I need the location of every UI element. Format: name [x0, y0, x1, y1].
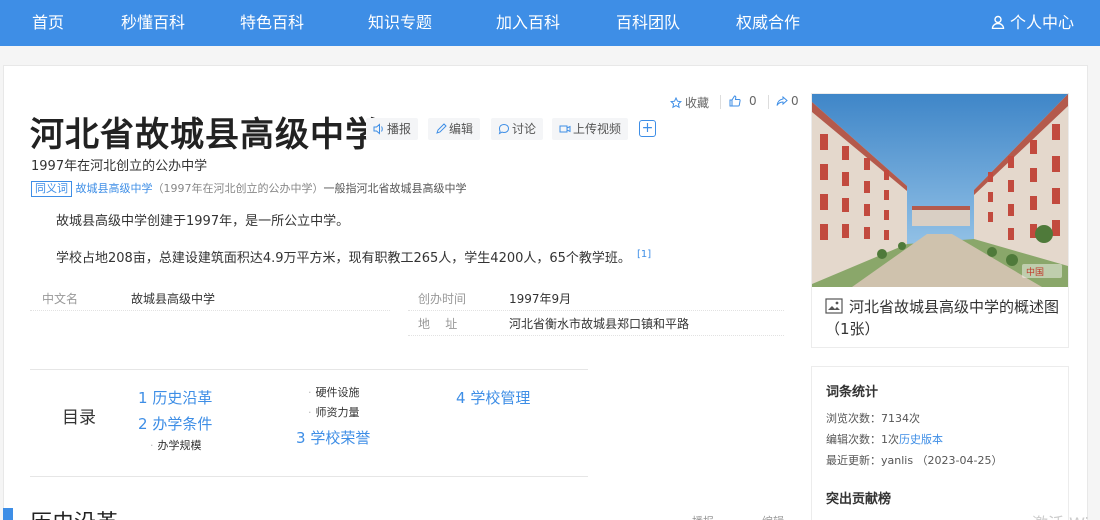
- summary-paragraph: 学校占地208亩，总建设建筑面积达4.9万平方米，现有职教工265人，学生420…: [56, 247, 651, 266]
- speaker-icon: [373, 123, 383, 135]
- edit-button[interactable]: 编辑: [428, 118, 481, 140]
- synonym-desc: （1997年在河北创立的公办中学）: [152, 182, 324, 195]
- share-count: 0: [791, 94, 799, 108]
- section-marker: [3, 508, 13, 520]
- synonym-text: 一般指河北省故城县高级中学: [323, 182, 467, 195]
- stat-value: yanlis （2023-04-25）: [881, 454, 1003, 467]
- divider: [408, 335, 784, 336]
- summary-text: 学校占地208亩，总建设建筑面积达4.9万平方米，现有职教工265人，学生420…: [56, 251, 631, 266]
- gallery-icon: [825, 298, 843, 314]
- stat-label: 浏览次数：: [826, 412, 881, 425]
- info-key: 中文名: [42, 292, 79, 306]
- toc-label: 目录: [62, 408, 96, 428]
- share-icon: [776, 95, 788, 106]
- collect-button[interactable]: 收藏: [670, 94, 709, 111]
- lemma-subtitle: 1997年在河北创立的公办中学: [31, 159, 208, 174]
- school-photo-graphic: 中国: [812, 94, 1068, 287]
- top-nav: 首页 秒懂百科 特色百科 知识专题 加入百科 百科团队 权威合作 个人中心: [0, 0, 1100, 46]
- info-value: 河北省衡水市故城县郑口镇和平路: [509, 317, 690, 331]
- upload-video-label: 上传视频: [573, 122, 622, 136]
- toc-text: 办学条件: [152, 415, 213, 433]
- album-caption-text: 河北省故城县高级中学的概述图（1张）: [825, 298, 1060, 338]
- toc-sub-facilities[interactable]: 硬件设施: [308, 384, 360, 400]
- toc-num: 1: [138, 389, 148, 407]
- user-center-label: 个人中心: [1009, 13, 1074, 32]
- divider: [408, 310, 784, 311]
- info-value: 1997年9月: [509, 292, 572, 306]
- divider: [768, 95, 769, 109]
- stat-views: 浏览次数：7134次: [826, 410, 920, 426]
- synonym-tag: 同义词: [31, 181, 72, 197]
- user-center-link[interactable]: 个人中心: [991, 0, 1074, 46]
- share-button[interactable]: 0: [776, 94, 799, 108]
- toc-num: 3: [296, 429, 306, 447]
- section-edit-button[interactable]: 编辑: [762, 513, 784, 520]
- synonym-line: 同义词 故城县高级中学（1997年在河北创立的公办中学）一般指河北省故城县高级中…: [31, 180, 467, 197]
- toc-sub-faculty[interactable]: 师资力量: [308, 404, 360, 420]
- info-key: 地 址: [418, 317, 458, 331]
- stat-value: 7134次: [881, 412, 920, 425]
- broadcast-button[interactable]: 播报: [366, 118, 419, 140]
- like-count: 0: [749, 94, 757, 108]
- toc-num: 2: [138, 415, 148, 433]
- nav-featured[interactable]: 特色百科: [240, 0, 304, 46]
- star-icon: [670, 97, 682, 109]
- toc-text: 学校管理: [470, 389, 531, 407]
- toc-item-conditions[interactable]: 2 办学条件: [138, 413, 212, 434]
- section-broadcast-button[interactable]: 播报: [692, 513, 714, 520]
- discuss-label: 讨论: [512, 122, 537, 136]
- divider: [720, 95, 721, 109]
- page-title: 河北省故城县高级中学: [30, 115, 380, 155]
- activation-watermark: 激活 Wi: [1032, 510, 1089, 520]
- stat-value: 1次: [881, 433, 899, 446]
- history-link[interactable]: 历史版本: [899, 433, 943, 446]
- nav-miaodong[interactable]: 秒懂百科: [121, 0, 185, 46]
- summary-paragraph: 故城县高级中学创建于1997年，是一所公立中学。: [56, 214, 350, 229]
- discuss-button[interactable]: 讨论: [491, 118, 544, 140]
- school-photo[interactable]: 中国: [812, 94, 1068, 287]
- divider: [30, 310, 390, 311]
- thumbs-up-icon: [729, 95, 741, 107]
- toc-sub-scale[interactable]: 办学规模: [150, 437, 202, 453]
- collect-label: 收藏: [685, 96, 710, 110]
- info-key: 创办时间: [418, 292, 467, 306]
- photo-watermark: 中国: [1026, 266, 1044, 278]
- stat-edits: 编辑次数：1次历史版本: [826, 431, 943, 447]
- add-button[interactable]: +: [639, 120, 656, 137]
- contributors-title: 突出贡献榜: [826, 492, 892, 507]
- stat-label: 最近更新：: [826, 454, 881, 467]
- toc-num: 4: [456, 389, 466, 407]
- broadcast-label: 播报: [387, 122, 412, 136]
- synonym-link[interactable]: 故城县高级中学: [76, 182, 153, 195]
- reference-link[interactable]: [1]: [637, 249, 651, 260]
- info-value: 故城县高级中学: [131, 292, 216, 306]
- nav-cooperation[interactable]: 权威合作: [736, 0, 800, 46]
- video-icon: [559, 125, 571, 133]
- toc-text: 学校荣誉: [310, 429, 371, 447]
- stat-updated: 最近更新：yanlis （2023-04-25）: [826, 452, 1003, 468]
- like-button[interactable]: 0: [729, 94, 757, 108]
- nav-join[interactable]: 加入百科: [496, 0, 560, 46]
- toc-item-management[interactable]: 4 学校管理: [456, 387, 530, 408]
- toc-text: 历史沿革: [152, 389, 213, 407]
- edit-label: 编辑: [449, 122, 474, 136]
- nav-team[interactable]: 百科团队: [616, 0, 680, 46]
- upload-video-button[interactable]: 上传视频: [552, 118, 629, 140]
- nav-topics[interactable]: 知识专题: [368, 0, 432, 46]
- section-title: 历史沿革: [30, 505, 118, 520]
- stat-label: 编辑次数：: [826, 433, 881, 446]
- toc-item-history[interactable]: 1 历史沿革: [138, 387, 212, 408]
- stats-title: 词条统计: [826, 385, 879, 400]
- user-icon: [991, 15, 1005, 29]
- nav-home[interactable]: 首页: [32, 0, 64, 46]
- pencil-icon: [436, 123, 447, 134]
- toc-item-honors[interactable]: 3 学校荣誉: [296, 427, 370, 448]
- comment-icon: [498, 123, 510, 135]
- album-caption[interactable]: 河北省故城县高级中学的概述图（1张）: [825, 296, 1063, 340]
